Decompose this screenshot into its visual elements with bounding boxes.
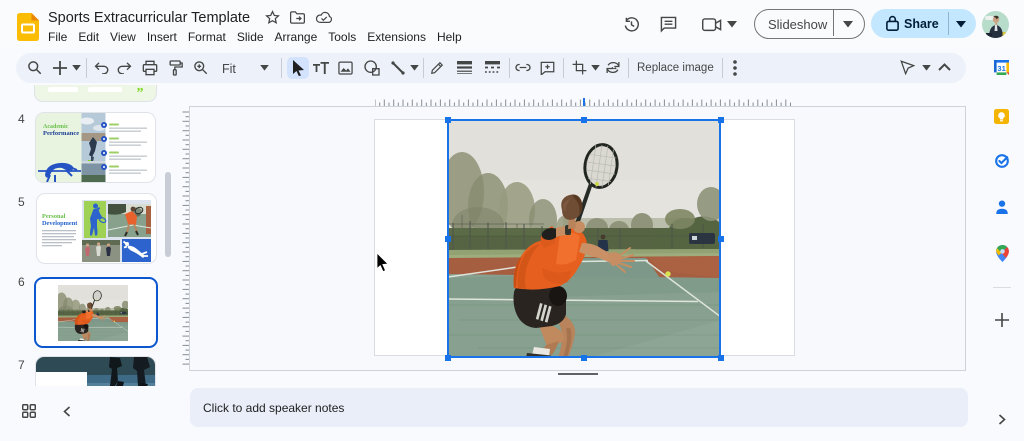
svg-text:”: ” [137, 86, 144, 99]
svg-text:31: 31 [997, 64, 1005, 73]
svg-text:Development: Development [42, 220, 78, 227]
svg-text:Performance: Performance [43, 130, 79, 137]
svg-text:Personal: Personal [42, 213, 66, 220]
